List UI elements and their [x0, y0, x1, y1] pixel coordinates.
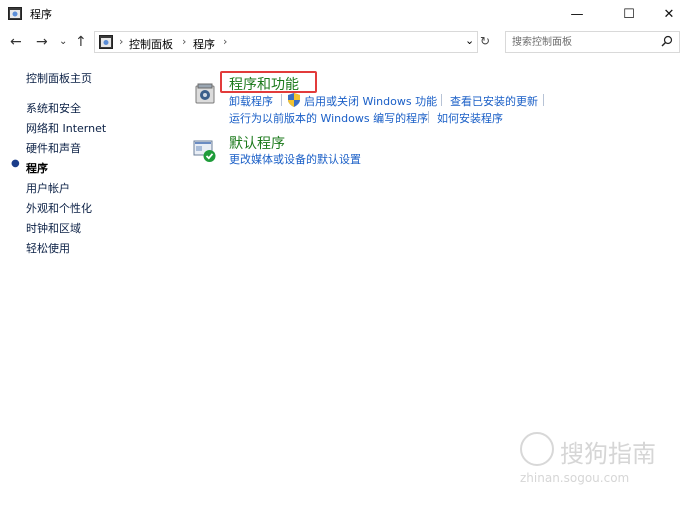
search-box[interactable]	[505, 31, 680, 53]
uninstall-program-link[interactable]: 卸载程序	[229, 93, 273, 109]
address-bar[interactable]: › 控制面板 › 程序 › ⌄	[94, 31, 478, 53]
back-arrow-icon[interactable]: ←	[10, 34, 22, 50]
windows-features-link[interactable]: 启用或关闭 Windows 功能	[304, 93, 437, 109]
sidebar-item-clock-region[interactable]: 时钟和区域	[26, 220, 81, 236]
breadcrumb-programs[interactable]: 程序	[193, 36, 215, 52]
link-divider	[428, 111, 429, 123]
address-dropdown-chevron-icon[interactable]: ⌄	[465, 34, 474, 47]
breadcrumb-separator[interactable]: ›	[182, 35, 186, 48]
minimize-button[interactable]: —	[554, 0, 600, 28]
view-installed-updates-link[interactable]: 查看已安装的更新	[450, 93, 538, 109]
control-panel-icon	[8, 7, 22, 20]
sidebar-item-programs[interactable]: 程序	[26, 160, 48, 176]
link-divider	[281, 94, 282, 106]
default-programs-title[interactable]: 默认程序	[229, 133, 285, 153]
up-arrow-icon[interactable]: ↑	[75, 34, 87, 50]
breadcrumb-control-panel[interactable]: 控制面板	[129, 36, 173, 52]
search-icon[interactable]	[661, 35, 673, 47]
sidebar-item-network-internet[interactable]: 网络和 Internet	[26, 120, 106, 136]
sogou-logo	[520, 432, 554, 466]
link-divider	[441, 94, 442, 106]
watermark-url: zhinan.sogou.com	[520, 471, 630, 485]
sidebar-item-user-accounts[interactable]: 用户帐户	[26, 180, 70, 196]
active-indicator: ●	[11, 158, 20, 169]
sidebar-home-link[interactable]: 控制面板主页	[26, 70, 92, 86]
control-panel-icon	[99, 35, 113, 49]
window-title: 程序	[30, 8, 52, 21]
breadcrumb-separator[interactable]: ›	[223, 35, 227, 48]
sidebar-item-hardware-sound[interactable]: 硬件和声音	[26, 140, 81, 156]
refresh-icon[interactable]: ↻	[480, 34, 490, 48]
how-to-install-link[interactable]: 如何安装程序	[437, 110, 503, 126]
search-input[interactable]	[512, 35, 652, 49]
change-media-defaults-link[interactable]: 更改媒体或设备的默认设置	[229, 151, 361, 167]
programs-features-icon[interactable]	[194, 81, 218, 105]
highlight-box	[220, 71, 317, 93]
sogou-watermark: 搜狗指南 zhinan.sogou.com	[520, 428, 680, 488]
run-older-programs-link[interactable]: 运行为以前版本的 Windows 编写的程序	[229, 110, 428, 126]
link-divider	[543, 94, 544, 106]
close-button[interactable]: ✕	[646, 0, 692, 28]
forward-arrow-icon[interactable]: →	[36, 34, 48, 50]
sidebar-item-appearance[interactable]: 外观和个性化	[26, 200, 92, 216]
watermark-text: 搜狗指南	[560, 440, 656, 468]
title-bar: 程序 — ☐ ✕	[0, 0, 692, 28]
sidebar-item-system-security[interactable]: 系统和安全	[26, 100, 81, 116]
default-programs-icon[interactable]	[193, 139, 217, 163]
breadcrumb-separator[interactable]: ›	[119, 35, 123, 48]
sidebar-item-ease-of-access[interactable]: 轻松使用	[26, 240, 70, 256]
navigation-bar: ← → ⌄ ↑ › 控制面板 › 程序 › ⌄ ↻	[0, 28, 692, 58]
shield-icon	[288, 93, 300, 107]
recent-locations-chevron-icon[interactable]: ⌄	[59, 36, 67, 47]
